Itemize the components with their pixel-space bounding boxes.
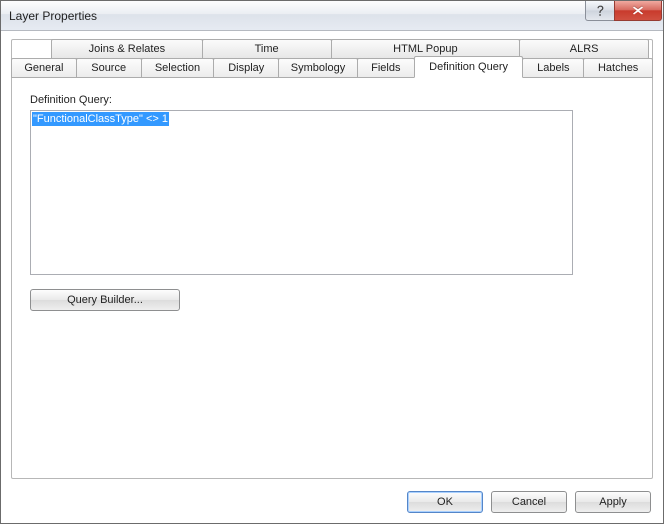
tab-row-front: General Source Selection Display Symbolo… [11, 58, 653, 78]
cancel-button[interactable]: Cancel [491, 491, 567, 513]
layer-properties-dialog: Layer Properties Joins & Relates Time HT… [0, 0, 664, 524]
help-button[interactable] [585, 1, 615, 21]
definition-query-panel: Definition Query: "FunctionalClassType" … [12, 80, 652, 478]
tab-fields[interactable]: Fields [357, 58, 415, 78]
query-text-selected: "FunctionalClassType" <> 1 [32, 112, 169, 126]
tab-labels[interactable]: Labels [522, 58, 584, 78]
tab-definition-query[interactable]: Definition Query [414, 56, 524, 78]
tab-source[interactable]: Source [76, 58, 142, 78]
close-button[interactable] [614, 1, 662, 21]
tab-joins-relates[interactable]: Joins & Relates [51, 39, 203, 59]
ok-button[interactable]: OK [407, 491, 483, 513]
tab-alrs[interactable]: ALRS [519, 39, 649, 59]
tab-time[interactable]: Time [202, 39, 332, 59]
help-icon [595, 5, 606, 17]
tab-rows: Joins & Relates Time HTML Popup ALRS Gen… [11, 39, 653, 78]
tab-general[interactable]: General [11, 58, 77, 78]
tab-hatches[interactable]: Hatches [583, 58, 653, 78]
tabs-container: Joins & Relates Time HTML Popup ALRS Gen… [11, 39, 653, 479]
tab-row-back: Joins & Relates Time HTML Popup ALRS [11, 39, 653, 59]
definition-query-label: Definition Query: [30, 94, 634, 106]
tab-selection[interactable]: Selection [141, 58, 215, 78]
dialog-content: Joins & Relates Time HTML Popup ALRS Gen… [1, 31, 663, 523]
titlebar[interactable]: Layer Properties [1, 1, 663, 31]
window-title: Layer Properties [9, 9, 97, 23]
close-icon [632, 5, 644, 16]
title-controls [585, 1, 662, 21]
tab-display[interactable]: Display [213, 58, 279, 78]
dialog-button-bar: OK Cancel Apply [407, 491, 651, 513]
definition-query-input[interactable]: "FunctionalClassType" <> 1 [30, 110, 573, 275]
tab-symbology[interactable]: Symbology [278, 58, 358, 78]
apply-button[interactable]: Apply [575, 491, 651, 513]
query-builder-button[interactable]: Query Builder... [30, 289, 180, 311]
